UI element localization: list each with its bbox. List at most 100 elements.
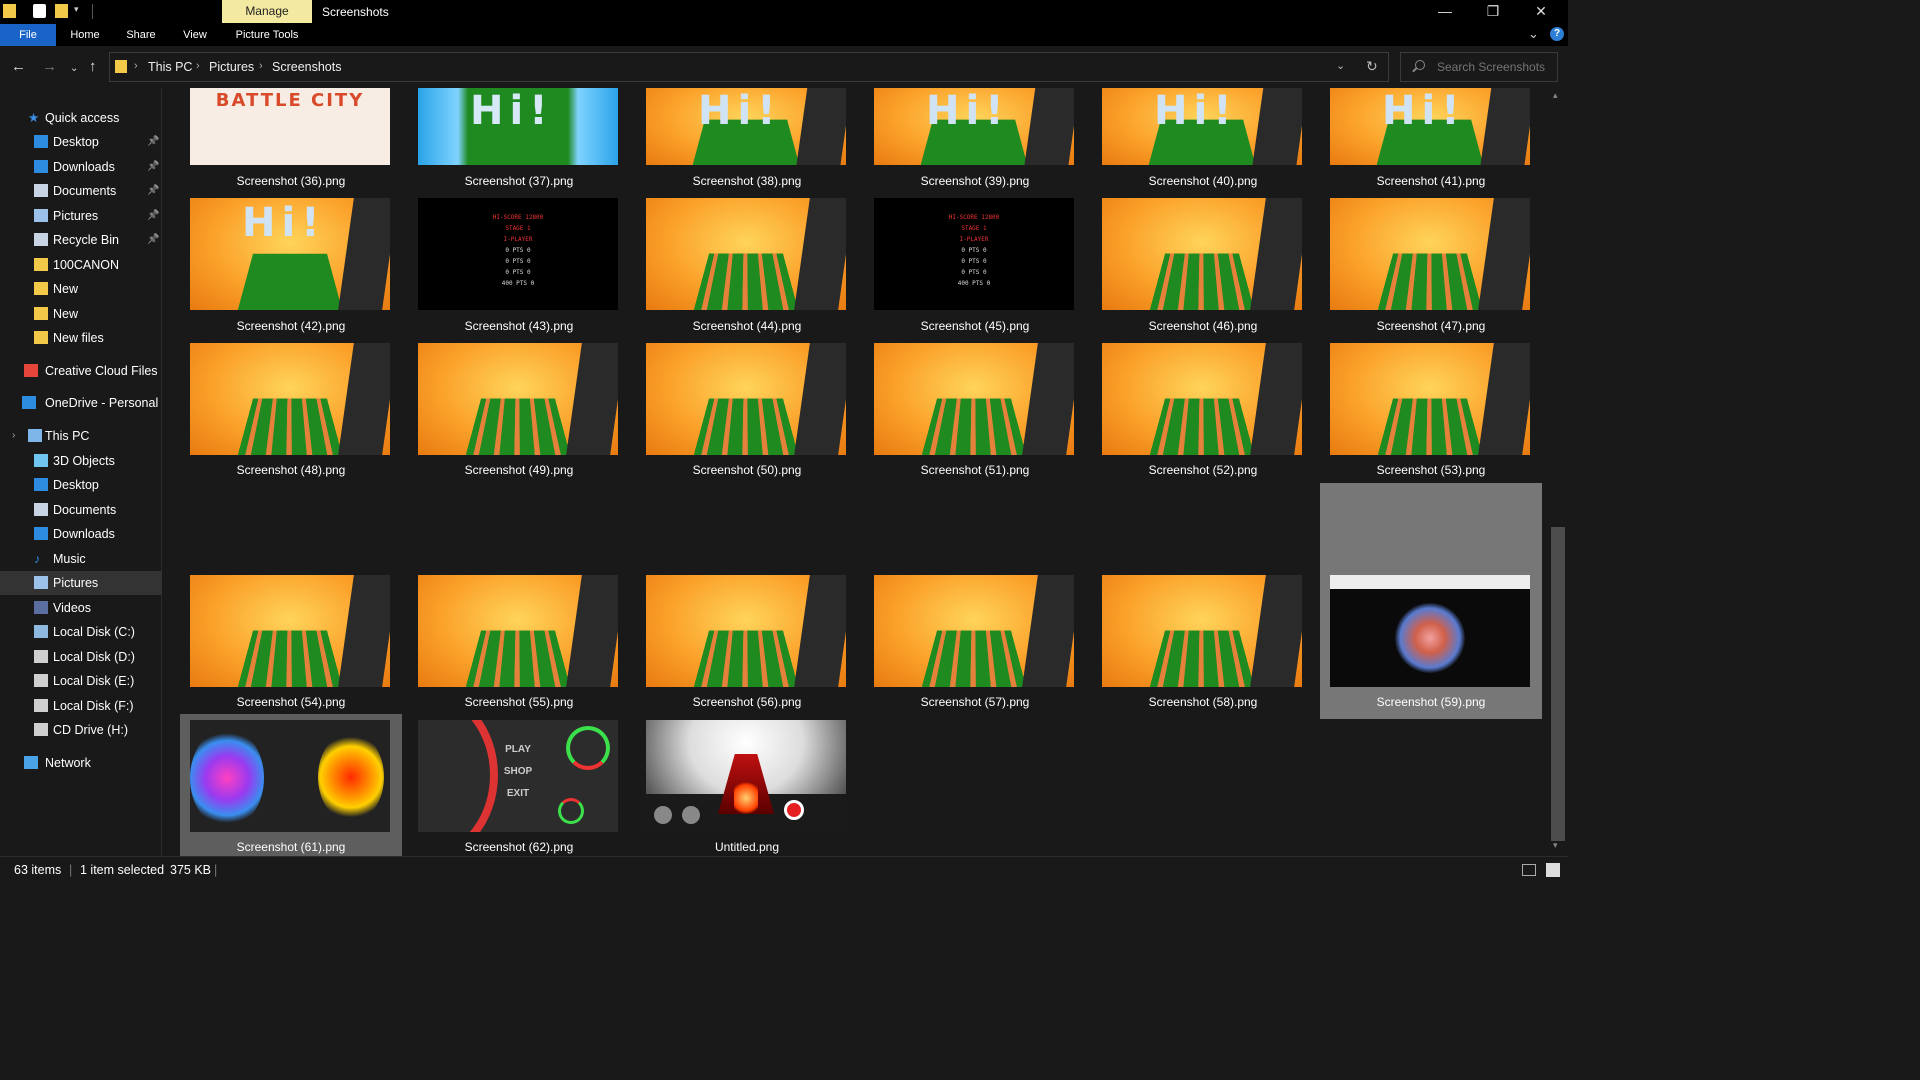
breadcrumb-this-pc[interactable]: This PC (148, 60, 192, 74)
file-item[interactable]: HI-SCORE 12800 STAGE 1 I-PLAYER 0 PTS 0 0 PT… (864, 194, 1086, 337)
quick-access-dropdown-icon[interactable]: ▾ (74, 4, 79, 15)
chevron-right-icon[interactable]: › (259, 60, 263, 72)
file-item[interactable]: Screenshot (50).png (636, 339, 858, 481)
sidebar-item-documents[interactable]: Documents (0, 498, 162, 522)
tab-file[interactable]: File (0, 24, 56, 46)
sidebar-item-music[interactable]: ♪ Music (0, 547, 162, 571)
file-item[interactable]: Screenshot (54).png (180, 571, 402, 713)
file-item[interactable]: Hi! Screenshot (39).png (864, 88, 1086, 192)
expand-chevron-icon[interactable]: › (12, 424, 15, 448)
sidebar-item-desktop[interactable]: Desktop (0, 473, 162, 497)
file-item[interactable]: Screenshot (46).png (1092, 194, 1314, 337)
sidebar-item-cd-drive-h[interactable]: CD Drive (H:) (0, 718, 162, 742)
file-item[interactable]: PLAY SHOP EXIT Screenshot (62).png (408, 716, 630, 856)
restore-icon[interactable]: ❐ (1470, 0, 1516, 24)
file-item[interactable]: Hi! Screenshot (37).png (408, 88, 630, 192)
sidebar-item-local-disk-f[interactable]: Local Disk (F:) (0, 694, 162, 718)
sidebar-item-pictures[interactable]: Pictures 📌 (0, 204, 162, 228)
file-item[interactable]: Hi! Screenshot (38).png (636, 88, 858, 192)
expand-ribbon-icon[interactable]: ⌄ (1528, 26, 1539, 42)
breadcrumb-screenshots[interactable]: Screenshots (272, 60, 341, 74)
scroll-down-icon[interactable]: ▾ (1553, 840, 1558, 851)
sidebar-item-videos[interactable]: Videos (0, 596, 162, 620)
file-item[interactable]: BATTLE CITY Screenshot (36).png (180, 88, 402, 192)
forward-arrow-icon[interactable]: → (42, 58, 57, 76)
sidebar-item-this-pc[interactable]: This PC › (0, 424, 162, 448)
sidebar-item-documents[interactable]: Documents 📌 (0, 179, 162, 203)
sidebar-item-creative-cloud-files[interactable]: Creative Cloud Files (0, 359, 162, 383)
help-icon[interactable]: ? (1550, 27, 1564, 41)
file-item[interactable]: Screenshot (48).png (180, 339, 402, 481)
file-item[interactable]: Screenshot (61).png (180, 714, 402, 856)
file-item[interactable]: Screenshot (57).png (864, 571, 1086, 713)
tab-home[interactable]: Home (60, 24, 110, 46)
tab-share[interactable]: Share (116, 24, 166, 46)
navigation-pane: ★ Quick access Desktop 📌 Downloads 📌 Documents… (0, 88, 162, 856)
sidebar-item-downloads[interactable]: Downloads (0, 522, 162, 546)
sidebar-item-100canon[interactable]: 100CANON (0, 253, 162, 277)
breadcrumb-pictures[interactable]: Pictures (209, 60, 254, 74)
pin-icon[interactable]: 📌 (147, 155, 159, 179)
sidebar-item-new[interactable]: New (0, 277, 162, 301)
chevron-right-icon[interactable]: › (196, 60, 200, 72)
file-item[interactable]: Screenshot (56).png (636, 571, 858, 713)
file-name: Screenshot (37).png (464, 174, 574, 188)
chevron-right-icon[interactable]: › (134, 60, 138, 72)
scrollbar-thumb[interactable] (1551, 527, 1565, 841)
new-folder-icon[interactable] (55, 4, 68, 18)
sidebar-item-label: Documents (53, 184, 117, 198)
sidebar-item-quick-access[interactable]: ★ Quick access (0, 106, 162, 130)
sidebar-item-local-disk-e[interactable]: Local Disk (E:) (0, 669, 162, 693)
tab-picture-tools[interactable]: Picture Tools (222, 24, 312, 46)
close-icon[interactable]: ✕ (1518, 0, 1564, 24)
details-view-icon[interactable] (1522, 864, 1536, 876)
file-item[interactable]: Screenshot (52).png (1092, 339, 1314, 481)
address-bar[interactable]: › This PC › Pictures › Screenshots ⌄ ↻ (109, 52, 1389, 82)
search-box[interactable] (1400, 52, 1558, 82)
minimize-icon[interactable]: — (1422, 0, 1468, 24)
file-item[interactable]: Untitled.png (636, 716, 858, 856)
pin-icon[interactable]: 📌 (147, 204, 159, 228)
search-input[interactable] (1437, 60, 1553, 74)
file-item[interactable]: Screenshot (53).png (1320, 339, 1542, 481)
tab-view[interactable]: View (170, 24, 220, 46)
sidebar-item-desktop[interactable]: Desktop 📌 (0, 130, 162, 154)
file-item[interactable]: HI-SCORE 12800 STAGE 1 I-PLAYER 0 PTS 0 0 PT… (408, 194, 630, 337)
sidebar-item-3d-objects[interactable]: 3D Objects (0, 449, 162, 473)
manage-context-tab[interactable]: Manage (222, 0, 312, 23)
sidebar-item-new-files[interactable]: New files (0, 326, 162, 350)
properties-icon[interactable] (33, 4, 46, 18)
back-arrow-icon[interactable]: ← (11, 58, 26, 76)
file-item[interactable]: Hi! Screenshot (40).png (1092, 88, 1314, 192)
up-arrow-icon[interactable]: ↑ (89, 58, 97, 76)
file-item[interactable]: Hi! Screenshot (42).png (180, 194, 402, 337)
sidebar-item-recycle-bin[interactable]: Recycle Bin 📌 (0, 228, 162, 252)
side-panel (566, 343, 618, 455)
sidebar-item-local-disk-c[interactable]: Local Disk (C:) (0, 620, 162, 644)
scroll-up-icon[interactable]: ▴ (1553, 90, 1558, 101)
file-item[interactable]: Screenshot (59).png (1320, 483, 1542, 719)
file-item[interactable]: Screenshot (51).png (864, 339, 1086, 481)
video-icon (34, 601, 48, 614)
sidebar-item-local-disk-d[interactable]: Local Disk (D:) (0, 645, 162, 669)
sidebar-item-onedrive-personal[interactable]: OneDrive - Personal (0, 391, 162, 415)
pin-icon[interactable]: 📌 (147, 228, 159, 252)
file-name: Screenshot (58).png (1148, 695, 1258, 709)
file-item[interactable]: Screenshot (47).png (1320, 194, 1542, 337)
file-item[interactable]: Screenshot (44).png (636, 194, 858, 337)
sidebar-item-new[interactable]: New (0, 302, 162, 326)
recent-locations-icon[interactable]: ⌄ (70, 60, 78, 78)
pin-icon[interactable]: 📌 (147, 179, 159, 203)
file-item[interactable]: Hi! Screenshot (41).png (1320, 88, 1542, 192)
address-dropdown-icon[interactable]: ⌄ (1336, 59, 1345, 72)
selection-count: 1 item selected (80, 863, 165, 877)
sidebar-item-downloads[interactable]: Downloads 📌 (0, 155, 162, 179)
refresh-icon[interactable]: ↻ (1366, 58, 1378, 75)
large-icons-view-icon[interactable] (1546, 863, 1560, 877)
file-item[interactable]: Screenshot (55).png (408, 571, 630, 713)
sidebar-item-pictures[interactable]: Pictures (0, 571, 162, 595)
sidebar-item-network[interactable]: Network (0, 751, 162, 775)
file-item[interactable]: Screenshot (49).png (408, 339, 630, 481)
file-item[interactable]: Screenshot (58).png (1092, 571, 1314, 713)
pin-icon[interactable]: 📌 (147, 130, 159, 154)
